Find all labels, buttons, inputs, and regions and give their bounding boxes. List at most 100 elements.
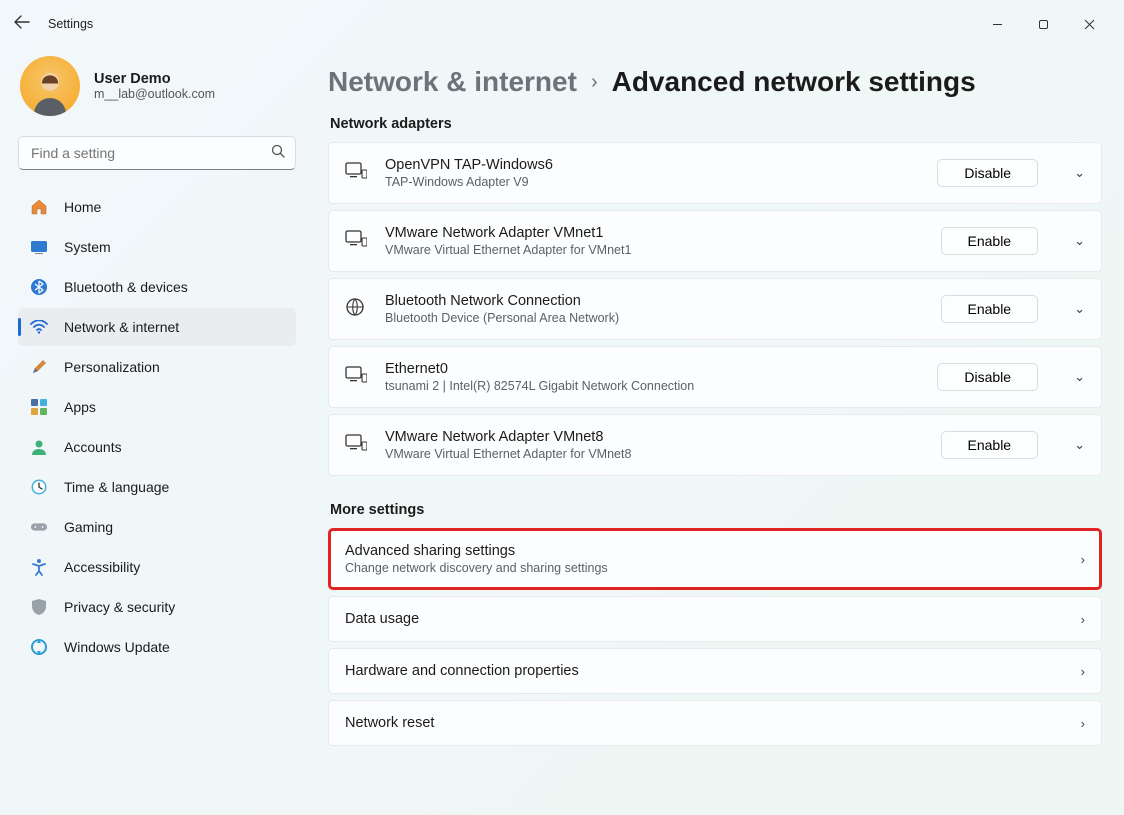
- adapter-title: VMware Network Adapter VMnet1: [385, 225, 923, 241]
- more-title: Hardware and connection properties: [345, 663, 1045, 679]
- chevron-down-icon[interactable]: ⌄: [1074, 437, 1085, 453]
- nav-label: Windows Update: [64, 639, 170, 655]
- nav-label: Accessibility: [64, 559, 140, 575]
- nav-home[interactable]: Home: [18, 188, 296, 226]
- adapter-row[interactable]: VMware Network Adapter VMnet1 VMware Virt…: [328, 210, 1102, 272]
- chevron-right-icon: ›: [1081, 664, 1085, 679]
- adapter-sub: VMware Virtual Ethernet Adapter for VMne…: [385, 243, 923, 257]
- more-network-reset[interactable]: Network reset ›: [328, 700, 1102, 746]
- minimize-button[interactable]: [974, 8, 1020, 40]
- profile-email: m__lab@outlook.com: [94, 87, 215, 101]
- nav-label: Apps: [64, 399, 96, 415]
- pc-icon: [345, 434, 367, 457]
- search-icon: [271, 144, 286, 162]
- adapter-sub: tsunami 2 | Intel(R) 82574L Gigabit Netw…: [385, 379, 919, 393]
- breadcrumb: Network & internet › Advanced network se…: [328, 66, 1102, 98]
- adapter-action-button[interactable]: Disable: [937, 159, 1038, 187]
- update-icon: [30, 638, 48, 656]
- adapter-title: Bluetooth Network Connection: [385, 293, 923, 309]
- adapter-action-button[interactable]: Enable: [941, 227, 1039, 255]
- shield-icon: [30, 598, 48, 616]
- adapter-title: OpenVPN TAP-Windows6: [385, 157, 919, 173]
- bluetooth-icon: [30, 278, 48, 296]
- adapter-row[interactable]: Bluetooth Network Connection Bluetooth De…: [328, 278, 1102, 340]
- adapter-title: Ethernet0: [385, 361, 919, 377]
- adapter-sub: Bluetooth Device (Personal Area Network): [385, 311, 923, 325]
- pc-icon: [345, 162, 367, 185]
- back-button[interactable]: [12, 15, 32, 33]
- adapter-row[interactable]: Ethernet0 tsunami 2 | Intel(R) 82574L Gig…: [328, 346, 1102, 408]
- person-icon: [30, 438, 48, 456]
- section-more-title: More settings: [330, 502, 1102, 518]
- sidebar: User Demo m__lab@outlook.com Home System…: [0, 48, 310, 815]
- home-icon: [30, 198, 48, 216]
- more-title: Data usage: [345, 611, 1045, 627]
- profile[interactable]: User Demo m__lab@outlook.com: [18, 56, 296, 116]
- nav-label: Time & language: [64, 479, 169, 495]
- breadcrumb-parent[interactable]: Network & internet: [328, 66, 577, 98]
- clock-icon: [30, 478, 48, 496]
- adapter-sub: VMware Virtual Ethernet Adapter for VMne…: [385, 447, 923, 461]
- nav-network[interactable]: Network & internet: [18, 308, 296, 346]
- adapter-action-button[interactable]: Disable: [937, 363, 1038, 391]
- maximize-button[interactable]: [1020, 8, 1066, 40]
- close-button[interactable]: [1066, 8, 1112, 40]
- pc-icon: [345, 230, 367, 253]
- adapter-action-button[interactable]: Enable: [941, 295, 1039, 323]
- nav-label: Personalization: [64, 359, 160, 375]
- nav-label: Accounts: [64, 439, 122, 455]
- section-adapters-title: Network adapters: [330, 116, 1102, 132]
- avatar: [20, 56, 80, 116]
- more-title: Network reset: [345, 715, 1045, 731]
- nav-label: System: [64, 239, 111, 255]
- globe-icon: [345, 297, 367, 322]
- more-data-usage[interactable]: Data usage ›: [328, 596, 1102, 642]
- chevron-right-icon: ›: [591, 71, 598, 94]
- chevron-right-icon: ›: [1081, 612, 1085, 627]
- adapter-row[interactable]: OpenVPN TAP-Windows6TAP-Windows Adapter …: [328, 142, 1102, 204]
- gamepad-icon: [30, 518, 48, 536]
- titlebar: Settings: [0, 0, 1124, 48]
- pc-icon: [345, 366, 367, 389]
- wifi-icon: [30, 318, 48, 336]
- page-title: Advanced network settings: [612, 66, 976, 98]
- adapter-action-button[interactable]: Enable: [941, 431, 1039, 459]
- app-title: Settings: [48, 17, 93, 31]
- chevron-down-icon[interactable]: ⌄: [1074, 165, 1085, 181]
- search: [18, 136, 296, 170]
- nav-accounts[interactable]: Accounts: [18, 428, 296, 466]
- window-controls: [974, 8, 1112, 40]
- nav-privacy[interactable]: Privacy & security: [18, 588, 296, 626]
- chevron-right-icon: ›: [1081, 716, 1085, 731]
- nav-accessibility[interactable]: Accessibility: [18, 548, 296, 586]
- nav-label: Network & internet: [64, 319, 179, 335]
- nav-label: Home: [64, 199, 101, 215]
- nav-label: Bluetooth & devices: [64, 279, 188, 295]
- nav-gaming[interactable]: Gaming: [18, 508, 296, 546]
- nav: Home System Bluetooth & devices Network …: [18, 188, 296, 666]
- system-icon: [30, 238, 48, 256]
- nav-label: Privacy & security: [64, 599, 175, 615]
- nav-personalization[interactable]: Personalization: [18, 348, 296, 386]
- apps-icon: [30, 398, 48, 416]
- search-input[interactable]: [18, 136, 296, 170]
- chevron-down-icon[interactable]: ⌄: [1074, 301, 1085, 317]
- more-hardware[interactable]: Hardware and connection properties ›: [328, 648, 1102, 694]
- nav-system[interactable]: System: [18, 228, 296, 266]
- nav-time[interactable]: Time & language: [18, 468, 296, 506]
- adapter-title: VMware Network Adapter VMnet8: [385, 429, 923, 445]
- brush-icon: [30, 358, 48, 376]
- nav-label: Gaming: [64, 519, 113, 535]
- more-advanced-sharing[interactable]: Advanced sharing settings Change network …: [328, 528, 1102, 590]
- more-sub: Change network discovery and sharing set…: [345, 561, 1045, 575]
- more-title: Advanced sharing settings: [345, 543, 1045, 559]
- adapter-row[interactable]: VMware Network Adapter VMnet8 VMware Virt…: [328, 414, 1102, 476]
- chevron-right-icon: ›: [1081, 552, 1085, 567]
- profile-name: User Demo: [94, 71, 215, 87]
- nav-apps[interactable]: Apps: [18, 388, 296, 426]
- main-content: Network & internet › Advanced network se…: [310, 48, 1124, 815]
- chevron-down-icon[interactable]: ⌄: [1074, 369, 1085, 385]
- nav-bluetooth[interactable]: Bluetooth & devices: [18, 268, 296, 306]
- nav-update[interactable]: Windows Update: [18, 628, 296, 666]
- chevron-down-icon[interactable]: ⌄: [1074, 233, 1085, 249]
